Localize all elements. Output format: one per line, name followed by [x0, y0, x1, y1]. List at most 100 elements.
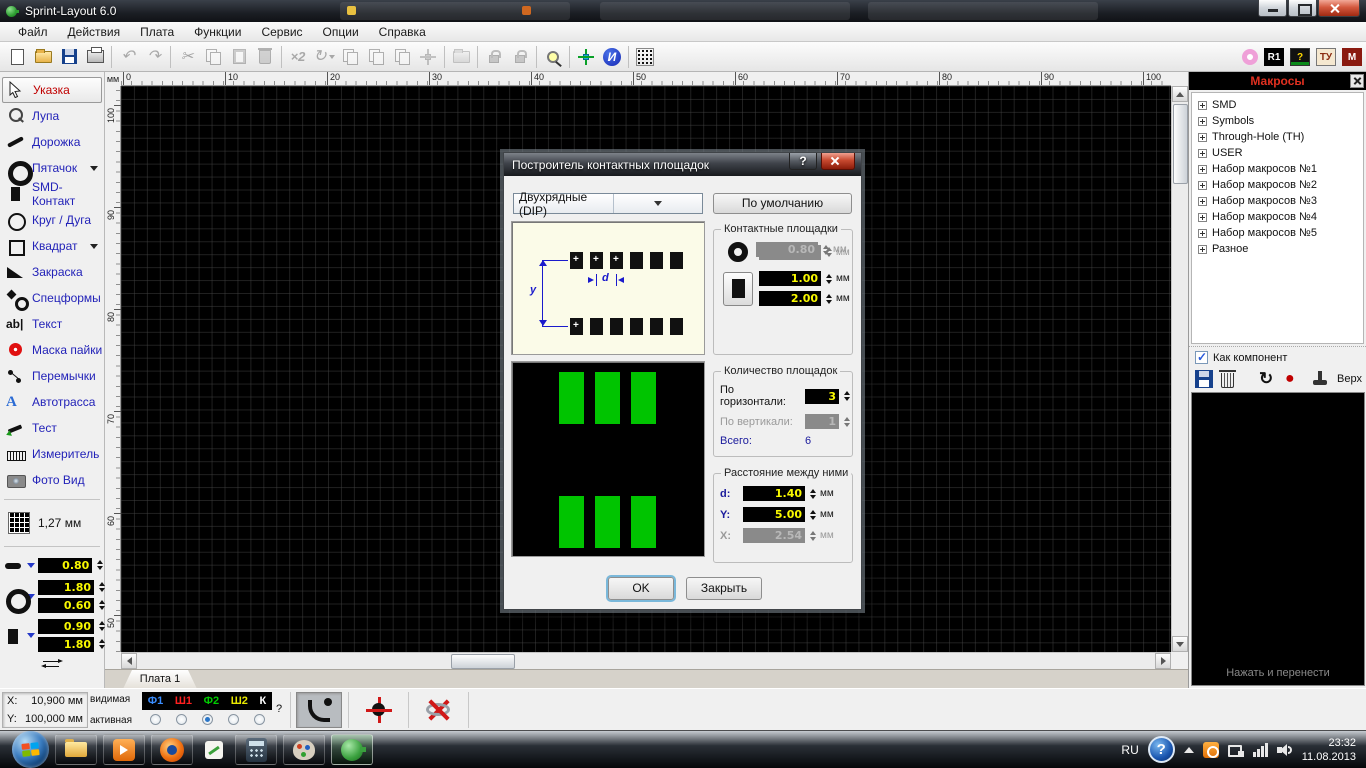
close-icon[interactable]: [1350, 74, 1364, 88]
tree-item[interactable]: Разное: [1198, 241, 1363, 257]
group-button[interactable]: [448, 44, 474, 70]
scroll-up-button[interactable]: [1172, 86, 1188, 102]
tool-smd[interactable]: SMD-Контакт: [0, 181, 104, 207]
tool-measure[interactable]: Измеритель: [0, 441, 104, 467]
layer-k[interactable]: К: [259, 695, 266, 707]
tool-text[interactable]: ab|Текст: [0, 311, 104, 337]
tree-item[interactable]: Набор макросов №5: [1198, 225, 1363, 241]
cut-button[interactable]: ✂: [174, 44, 200, 70]
expand-icon[interactable]: [1198, 245, 1207, 254]
dist-y-field[interactable]: 5.00: [743, 507, 805, 522]
signal-icon[interactable]: [1253, 743, 1268, 757]
dialog-help-button[interactable]: ?: [789, 153, 817, 170]
tree-item[interactable]: Through-Hole (TH): [1198, 129, 1363, 145]
taskbar-notes[interactable]: [199, 734, 229, 765]
tool-rect[interactable]: Квадрат: [0, 233, 104, 259]
tree-item[interactable]: Набор макросов №2: [1198, 177, 1363, 193]
tree-item[interactable]: SMD: [1198, 97, 1363, 113]
rect-height-field[interactable]: 2.00: [759, 291, 821, 306]
radio-f2[interactable]: [202, 714, 213, 725]
pad-preset-dropdown[interactable]: Двухрядные (DIP): [513, 193, 703, 214]
as-component-checkbox[interactable]: [1195, 351, 1208, 364]
smd-height-field[interactable]: 1.80: [38, 637, 94, 652]
r1-badge[interactable]: R1: [1264, 48, 1284, 66]
help-orb[interactable]: ?: [1148, 736, 1175, 763]
pad-drill-field[interactable]: 0.60: [38, 598, 94, 613]
tool-fill[interactable]: Закраска: [0, 259, 104, 285]
radio-f1[interactable]: [150, 714, 161, 725]
menu-board[interactable]: Плата: [130, 23, 184, 41]
layer-help[interactable]: ?: [276, 703, 282, 715]
menu-service[interactable]: Сервис: [251, 23, 312, 41]
expand-icon[interactable]: [1198, 149, 1207, 158]
ok-button[interactable]: OK: [608, 577, 674, 600]
layer-s2[interactable]: Ш2: [231, 695, 248, 707]
pad-ring-icon[interactable]: [1242, 49, 1258, 65]
menu-file[interactable]: Файл: [8, 23, 58, 41]
pad-outer-field[interactable]: 1.80: [38, 580, 94, 595]
delete-button[interactable]: [252, 44, 278, 70]
scroll-right-button[interactable]: [1155, 653, 1171, 669]
tool-pad[interactable]: Пятачок: [0, 155, 104, 181]
save-macro-icon[interactable]: [1195, 370, 1213, 388]
taskbar-firefox[interactable]: [151, 734, 193, 765]
vertical-scrollbar[interactable]: [1171, 86, 1188, 652]
origin-button[interactable]: [573, 44, 599, 70]
swap-values-icon[interactable]: [41, 659, 63, 669]
start-button[interactable]: [12, 731, 49, 768]
mirror-h-button[interactable]: [337, 44, 363, 70]
tool-special[interactable]: Спецформы: [0, 285, 104, 311]
tool-pointer[interactable]: Указка: [2, 77, 102, 103]
rect-width-field[interactable]: 1.00: [759, 271, 821, 286]
round-drill-field[interactable]: 0.80: [756, 242, 818, 257]
rect-width-spinner[interactable]: [824, 272, 833, 286]
language-indicator[interactable]: RU: [1121, 743, 1138, 757]
print-button[interactable]: [82, 44, 108, 70]
menu-functions[interactable]: Функции: [184, 23, 251, 41]
dialog-close-button[interactable]: [821, 153, 855, 170]
smd-width-field[interactable]: 0.90: [38, 619, 94, 634]
rotate-button[interactable]: ↻: [311, 44, 337, 70]
snap-button[interactable]: [415, 44, 441, 70]
open-button[interactable]: [30, 44, 56, 70]
grid-setting[interactable]: 1,27 мм: [0, 506, 104, 540]
tool-track[interactable]: Дорожка: [0, 129, 104, 155]
m-badge[interactable]: M: [1342, 48, 1362, 66]
tree-item[interactable]: USER: [1198, 145, 1363, 161]
taskbar-sprint-layout[interactable]: [331, 734, 373, 765]
save-button[interactable]: [56, 44, 82, 70]
dist-x-field[interactable]: 2.54: [743, 528, 805, 543]
duplicate-button[interactable]: ×2: [285, 44, 311, 70]
dialog-titlebar[interactable]: Построитель контактных площадок ?: [504, 153, 861, 176]
default-button[interactable]: По умолчанию: [713, 193, 852, 214]
zoom-button[interactable]: [540, 44, 566, 70]
measure-info-button[interactable]: И: [599, 44, 625, 70]
radio-k[interactable]: [254, 714, 265, 725]
cancel-button[interactable]: Закрыть: [686, 577, 762, 600]
track-width-spinner[interactable]: [95, 558, 104, 572]
unlock-button[interactable]: [507, 44, 533, 70]
layer-s1[interactable]: Ш1: [175, 695, 192, 707]
help-component-badge[interactable]: ?: [1290, 48, 1310, 66]
photoview-button[interactable]: [632, 44, 658, 70]
expand-icon[interactable]: [1198, 197, 1207, 206]
tool-soldermask[interactable]: Маска пайки: [0, 337, 104, 363]
tool-jumpers[interactable]: Перемычки: [0, 363, 104, 389]
scroll-down-button[interactable]: [1172, 636, 1188, 652]
tray-app-icon[interactable]: [1203, 742, 1219, 758]
maximize-button[interactable]: [1288, 0, 1317, 17]
rubberband-off-button[interactable]: [416, 692, 462, 728]
chevron-down-icon[interactable]: [27, 633, 35, 638]
mirror-v-button[interactable]: [363, 44, 389, 70]
taskbar-paint[interactable]: [283, 734, 325, 765]
align-button[interactable]: [389, 44, 415, 70]
tool-photoview[interactable]: Фото Вид: [0, 467, 104, 493]
tool-autoroute[interactable]: AАвтотрасса: [0, 389, 104, 415]
expand-icon[interactable]: [1198, 181, 1207, 190]
place-icon[interactable]: [1311, 370, 1329, 388]
tray-expand-icon[interactable]: [1184, 747, 1194, 753]
clock[interactable]: 23:32 11.08.2013: [1302, 736, 1356, 764]
vertical-scroll-thumb[interactable]: [1173, 104, 1188, 184]
horizontal-scrollbar[interactable]: [121, 652, 1171, 669]
count-horizontal-field[interactable]: 3: [805, 389, 839, 404]
